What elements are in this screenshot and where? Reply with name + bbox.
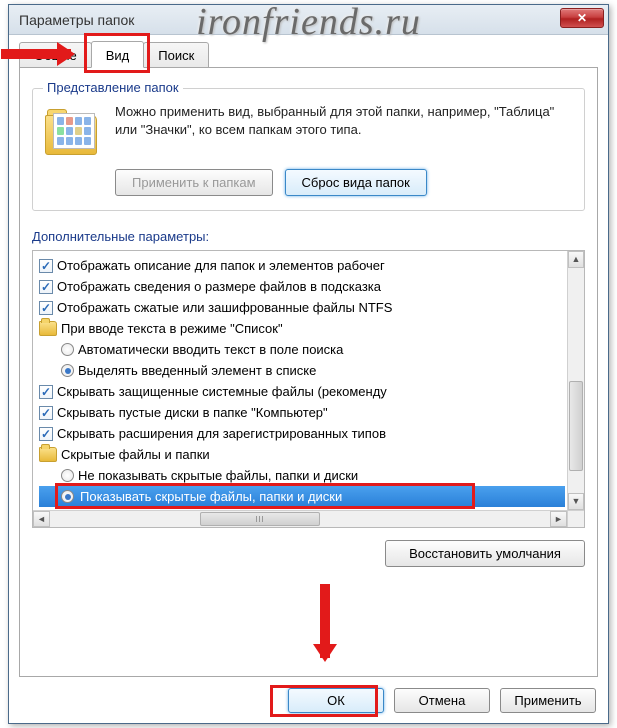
checkbox-icon[interactable] (39, 259, 53, 273)
folder-views-group: Представление папок Можно применить вид,… (32, 88, 585, 211)
tree-item-label: При вводе текста в режиме "Список" (61, 321, 283, 336)
apply-button[interactable]: Применить (500, 688, 596, 713)
scroll-down-icon[interactable]: ▼ (568, 493, 584, 510)
ok-button[interactable]: ОК (288, 688, 384, 713)
checkbox-icon[interactable] (39, 280, 53, 294)
folder-icon (39, 447, 57, 462)
folder-views-icon (45, 107, 101, 155)
dialog-buttons: ОК Отмена Применить (288, 688, 596, 713)
scroll-left-icon[interactable]: ◄ (33, 511, 50, 527)
tree-item-3: При вводе текста в режиме "Список" (39, 318, 565, 339)
tree-item-11[interactable]: Показывать скрытые файлы, папки и диски (39, 486, 565, 507)
apply-to-folders-button: Применить к папкам (115, 169, 273, 196)
close-button[interactable]: ✕ (560, 8, 604, 28)
cancel-button[interactable]: Отмена (394, 688, 490, 713)
titlebar[interactable]: Параметры папок ✕ (9, 5, 608, 35)
close-icon: ✕ (577, 11, 587, 25)
dialog-window: Параметры папок ✕ Общие Вид Поиск Предст… (8, 4, 609, 724)
scroll-right-icon[interactable]: ► (550, 511, 567, 527)
tree-item-label: Отображать сжатые или зашифрованные файл… (57, 300, 392, 315)
tree-viewport: Отображать описание для папок и элементо… (33, 251, 567, 510)
tab-panel-view: Представление папок Можно применить вид,… (19, 67, 598, 677)
tree-item-2[interactable]: Отображать сжатые или зашифрованные файл… (39, 297, 565, 318)
tree-item-label: Отображать сведения о размере файлов в п… (57, 279, 381, 294)
window-title: Параметры папок (19, 12, 134, 28)
radio-icon[interactable] (61, 469, 74, 482)
tree-item-label: Скрывать защищенные системные файлы (рек… (57, 384, 387, 399)
tree-item-label: Показывать скрытые файлы, папки и диски (78, 488, 344, 505)
tree-item-label: Скрытые файлы и папки (61, 447, 210, 462)
tree-item-label: Выделять введенный элемент в списке (78, 363, 316, 378)
annotation-arrow-tab (1, 49, 71, 59)
advanced-settings-tree: Отображать описание для папок и элементо… (32, 250, 585, 528)
radio-icon[interactable] (61, 364, 74, 377)
horizontal-scrollbar[interactable]: ◄ ► (33, 510, 567, 527)
tree-item-4[interactable]: Автоматически вводить текст в поле поиск… (39, 339, 565, 360)
tree-item-1[interactable]: Отображать сведения о размере файлов в п… (39, 276, 565, 297)
vscroll-thumb[interactable] (569, 381, 583, 471)
advanced-settings-label: Дополнительные параметры: (32, 229, 585, 244)
restore-defaults-button[interactable]: Восстановить умолчания (385, 540, 585, 567)
folder-views-description: Можно применить вид, выбранный для этой … (115, 103, 572, 139)
checkbox-icon[interactable] (39, 406, 53, 420)
tree-item-9: Скрытые файлы и папки (39, 444, 565, 465)
radio-icon[interactable] (61, 343, 74, 356)
annotation-arrow-ok (320, 584, 330, 658)
reset-folders-button[interactable]: Сброс вида папок (285, 169, 427, 196)
hscroll-thumb[interactable] (200, 512, 320, 526)
radio-icon[interactable] (61, 490, 74, 503)
tree-item-7[interactable]: Скрывать пустые диски в папке "Компьютер… (39, 402, 565, 423)
checkbox-icon[interactable] (39, 301, 53, 315)
scroll-up-icon[interactable]: ▲ (568, 251, 584, 268)
tab-search[interactable]: Поиск (143, 42, 209, 69)
scrollbar-corner (567, 510, 584, 527)
tree-item-0[interactable]: Отображать описание для папок и элементо… (39, 255, 565, 276)
tree-item-6[interactable]: Скрывать защищенные системные файлы (рек… (39, 381, 565, 402)
tree-item-label: Скрывать пустые диски в папке "Компьютер… (57, 405, 328, 420)
folder-icon (39, 321, 57, 336)
tree-item-label: Отображать описание для папок и элементо… (57, 258, 385, 273)
tree-item-10[interactable]: Не показывать скрытые файлы, папки и дис… (39, 465, 565, 486)
tree-item-label: Автоматически вводить текст в поле поиск… (78, 342, 343, 357)
vertical-scrollbar[interactable]: ▲ ▼ (567, 251, 584, 510)
tree-item-5[interactable]: Выделять введенный элемент в списке (39, 360, 565, 381)
checkbox-icon[interactable] (39, 385, 53, 399)
tab-view[interactable]: Вид (91, 41, 145, 68)
folder-views-title: Представление папок (43, 80, 183, 95)
client-area: Общие Вид Поиск Представление папок Можн… (9, 35, 608, 723)
tree-item-8[interactable]: Скрывать расширения для зарегистрированн… (39, 423, 565, 444)
checkbox-icon[interactable] (39, 427, 53, 441)
tree-item-label: Скрывать расширения для зарегистрированн… (57, 426, 386, 441)
tab-strip: Общие Вид Поиск (19, 41, 598, 68)
tree-item-label: Не показывать скрытые файлы, папки и дис… (78, 468, 358, 483)
